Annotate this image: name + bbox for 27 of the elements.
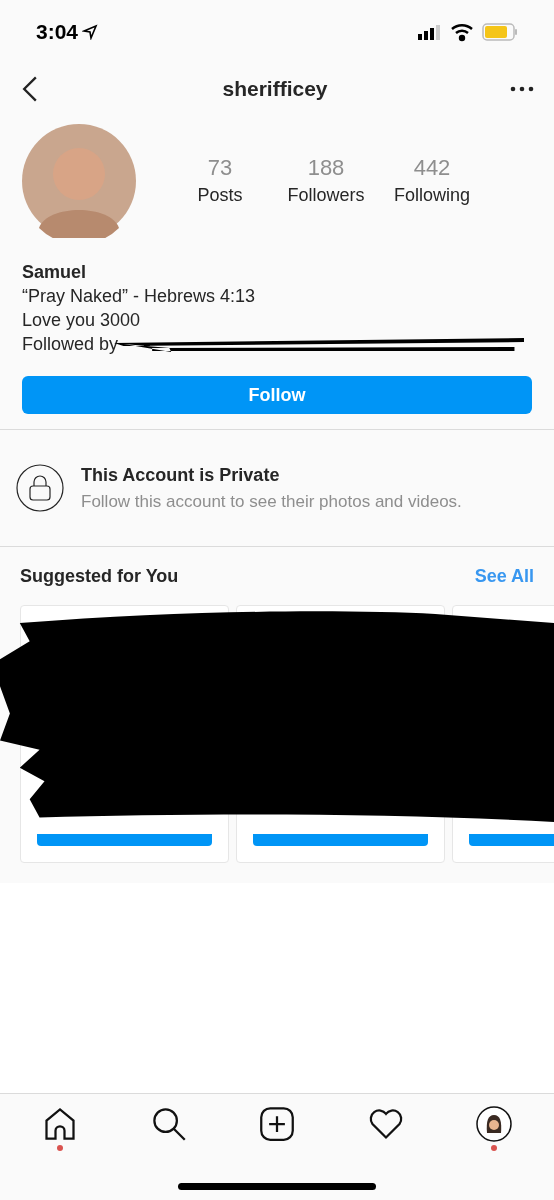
- suggested-title: Suggested for You: [20, 564, 179, 588]
- add-icon: [259, 1106, 295, 1142]
- more-options-icon[interactable]: [510, 85, 534, 93]
- heart-icon: [367, 1106, 404, 1142]
- private-title: This Account is Private: [81, 463, 281, 487]
- avatar-icon: [476, 1106, 512, 1142]
- status-time: 3:04: [36, 19, 79, 46]
- home-icon: [42, 1106, 78, 1142]
- stat-label[interactable]: Followers: [287, 181, 365, 209]
- location-arrow-icon: [82, 24, 99, 40]
- tab-bar-item[interactable]: [474, 1106, 514, 1151]
- profile-name: Samuel: [22, 261, 88, 284]
- lock-icon: [16, 464, 64, 512]
- stat-count: 442: [413, 153, 451, 182]
- stat-count: 188: [307, 153, 345, 182]
- stat-label[interactable]: Posts: [197, 181, 243, 209]
- stat-label[interactable]: Following: [393, 181, 470, 209]
- bio-line: Love you 3000: [22, 309, 142, 332]
- search-icon: [150, 1106, 187, 1142]
- private-description: Follow this account to see their photos and videos.: [81, 490, 462, 513]
- signal-icon: [418, 24, 442, 40]
- profile-username: sherifficey: [222, 76, 328, 103]
- stat-count: 73: [207, 153, 233, 182]
- bio-line: “Pray Naked” - Hebrews 4:13: [22, 285, 257, 308]
- battery-icon: [482, 22, 518, 42]
- wifi-icon: [450, 22, 474, 42]
- followed-by-text: Followed by: [22, 333, 119, 356]
